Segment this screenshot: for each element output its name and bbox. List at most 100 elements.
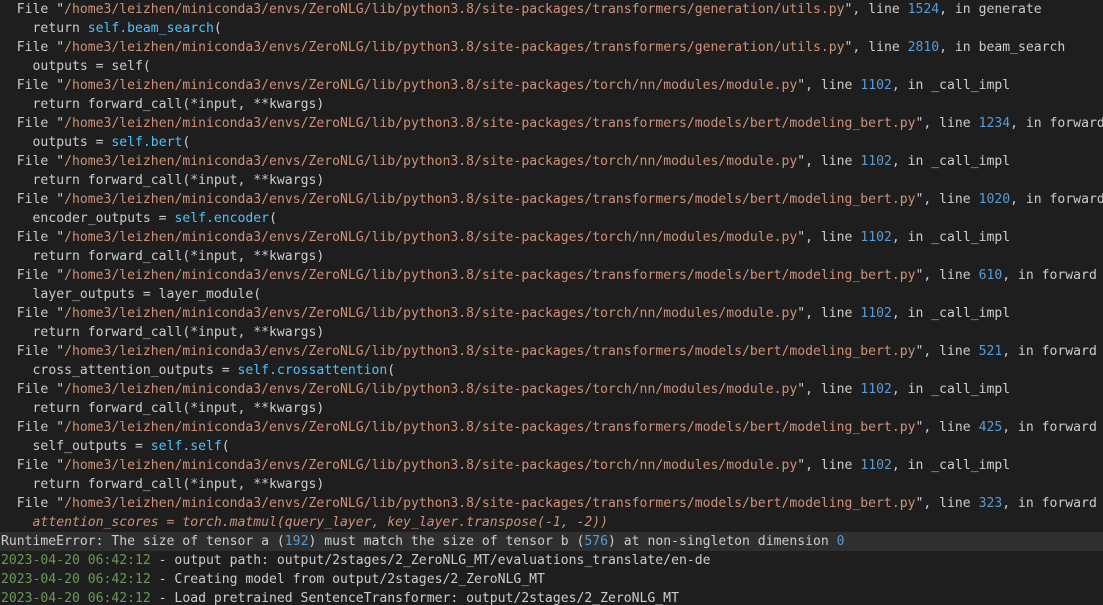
traceback-file-line: File "/home3/leizhen/miniconda3/envs/Zer… xyxy=(16,40,1066,55)
file-path: /home3/leizhen/miniconda3/envs/ZeroNLG/l… xyxy=(64,2,845,17)
file-keyword: File xyxy=(16,382,57,397)
line-number: 1524 xyxy=(907,2,940,17)
line-keyword: , line xyxy=(805,382,861,397)
file-path: /home3/leizhen/miniconda3/envs/ZeroNLG/l… xyxy=(64,40,845,55)
in-keyword: , in xyxy=(1002,420,1042,435)
file-keyword: File xyxy=(16,420,57,435)
error-dimension: 0 xyxy=(836,534,845,549)
line-keyword: , line xyxy=(805,458,861,473)
file-keyword: File xyxy=(16,40,57,55)
code-text: return xyxy=(32,21,88,36)
file-path: /home3/leizhen/miniconda3/envs/ZeroNLG/l… xyxy=(64,192,916,207)
line-keyword: , line xyxy=(805,230,861,245)
traceback-code-line: return forward_call(*input, **kwargs) xyxy=(0,399,1103,418)
function-name: _call_impl xyxy=(931,78,1011,93)
file-keyword: File xyxy=(16,268,57,283)
code-attribute: self.encoder xyxy=(174,211,270,226)
in-keyword: , in xyxy=(1002,268,1042,283)
error-text-2: ) must match the size of tensor b ( xyxy=(308,534,585,549)
code-attribute: self.beam_search xyxy=(87,21,214,36)
code-text: self_outputs = xyxy=(32,439,151,454)
in-keyword: , in xyxy=(891,78,932,93)
traceback-code-line: outputs = self.bert( xyxy=(0,133,1103,152)
file-path: /home3/leizhen/miniconda3/envs/ZeroNLG/l… xyxy=(64,420,916,435)
in-keyword: , in xyxy=(939,40,979,55)
line-number: 1020 xyxy=(978,192,1011,207)
line-number: 1102 xyxy=(860,78,892,93)
file-keyword: File xyxy=(16,458,57,473)
file-path: /home3/leizhen/miniconda3/envs/ZeroNLG/l… xyxy=(64,382,798,397)
in-keyword: , in xyxy=(891,458,932,473)
line-number: 1234 xyxy=(978,116,1011,131)
file-keyword: File xyxy=(16,192,57,207)
traceback-file-line: File "/home3/leizhen/miniconda3/envs/Zer… xyxy=(16,496,1097,511)
traceback-code-line: return forward_call(*input, **kwargs) xyxy=(0,475,1103,494)
line-keyword: , line xyxy=(923,116,979,131)
code-text: ( xyxy=(213,21,222,36)
file-path: /home3/leizhen/miniconda3/envs/ZeroNLG/l… xyxy=(64,116,916,131)
line-number: 323 xyxy=(978,496,1003,511)
traceback-code-line: return forward_call(*input, **kwargs) xyxy=(0,323,1103,342)
code-text: encoder_outputs = xyxy=(32,211,175,226)
in-keyword: , in xyxy=(1002,344,1042,359)
terminal-output[interactable]: File "/home3/leizhen/miniconda3/envs/Zer… xyxy=(0,0,1103,605)
file-keyword: File xyxy=(16,78,57,93)
file-keyword: File xyxy=(16,496,57,511)
log-line: 2023-04-20 06:42:12 - Creating model fro… xyxy=(0,570,1103,589)
log-timestamp: 2023-04-20 06:42:12 xyxy=(1,553,151,568)
traceback-file-line: File "/home3/leizhen/miniconda3/envs/Zer… xyxy=(16,78,1011,93)
traceback-file-line: File "/home3/leizhen/miniconda3/envs/Zer… xyxy=(16,230,1011,245)
in-keyword: , in xyxy=(939,2,979,17)
log-message: - Load pretrained SentenceTransformer: o… xyxy=(150,591,679,605)
traceback-code-line: cross_attention_outputs = self.crossatte… xyxy=(0,361,1103,380)
code-text: ( xyxy=(269,211,277,226)
in-keyword: , in xyxy=(891,230,932,245)
line-number: 1102 xyxy=(860,230,892,245)
error-size-a: 192 xyxy=(284,534,309,549)
traceback-file-line: File "/home3/leizhen/miniconda3/envs/Zer… xyxy=(16,154,1011,169)
file-path: /home3/leizhen/miniconda3/envs/ZeroNLG/l… xyxy=(64,496,916,511)
traceback: File "/home3/leizhen/miniconda3/envs/Zer… xyxy=(0,0,1103,532)
code-text: return forward_call(*input, **kwargs) xyxy=(32,249,325,264)
file-keyword: File xyxy=(16,306,57,321)
line-keyword: , line xyxy=(923,420,979,435)
function-name: forward xyxy=(1049,116,1103,131)
line-keyword: , line xyxy=(852,40,908,55)
traceback-code-line: return forward_call(*input, **kwargs) xyxy=(0,247,1103,266)
line-number: 425 xyxy=(978,420,1003,435)
code-text: outputs = xyxy=(32,135,112,150)
code-text: layer_outputs = layer_module( xyxy=(32,287,262,302)
function-name: forward xyxy=(1041,268,1097,283)
file-path: /home3/leizhen/miniconda3/envs/ZeroNLG/l… xyxy=(64,344,916,359)
line-keyword: , line xyxy=(805,306,861,321)
function-name: _call_impl xyxy=(931,458,1011,473)
function-name: generate xyxy=(978,2,1042,17)
code-text: return forward_call(*input, **kwargs) xyxy=(32,401,325,416)
line-number: 521 xyxy=(978,344,1003,359)
in-keyword: , in xyxy=(1010,116,1050,131)
traceback-file-line: File "/home3/leizhen/miniconda3/envs/Zer… xyxy=(16,382,1011,397)
code-text: ( xyxy=(387,363,396,378)
function-name: forward xyxy=(1041,496,1097,511)
traceback-code-line: outputs = self( xyxy=(0,57,1103,76)
function-name: beam_search xyxy=(978,40,1066,55)
traceback-code-line: return forward_call(*input, **kwargs) xyxy=(0,95,1103,114)
function-name: _call_impl xyxy=(931,230,1011,245)
log-message: - output path: output/2stages/2_ZeroNLG_… xyxy=(150,553,711,568)
file-keyword: File xyxy=(16,230,57,245)
code-text: return forward_call(*input, **kwargs) xyxy=(32,173,325,188)
traceback-file-line: File "/home3/leizhen/miniconda3/envs/Zer… xyxy=(16,2,1042,17)
code-text: outputs = self( xyxy=(32,59,151,74)
traceback-code-line: attention_scores = torch.matmul(query_la… xyxy=(0,513,1103,532)
line-number: 2810 xyxy=(907,40,940,55)
file-keyword: File xyxy=(16,116,57,131)
code-attribute: self.self xyxy=(150,439,222,454)
line-keyword: , line xyxy=(923,496,979,511)
file-path: /home3/leizhen/miniconda3/envs/ZeroNLG/l… xyxy=(64,268,916,283)
traceback-file-line: File "/home3/leizhen/miniconda3/envs/Zer… xyxy=(16,268,1097,283)
file-path: /home3/leizhen/miniconda3/envs/ZeroNLG/l… xyxy=(64,230,798,245)
runtime-error-line: RuntimeError: The size of tensor a (192)… xyxy=(0,532,1103,551)
traceback-file-line: File "/home3/leizhen/miniconda3/envs/Zer… xyxy=(16,192,1103,207)
in-keyword: , in xyxy=(891,154,932,169)
traceback-file-line: File "/home3/leizhen/miniconda3/envs/Zer… xyxy=(16,116,1103,131)
